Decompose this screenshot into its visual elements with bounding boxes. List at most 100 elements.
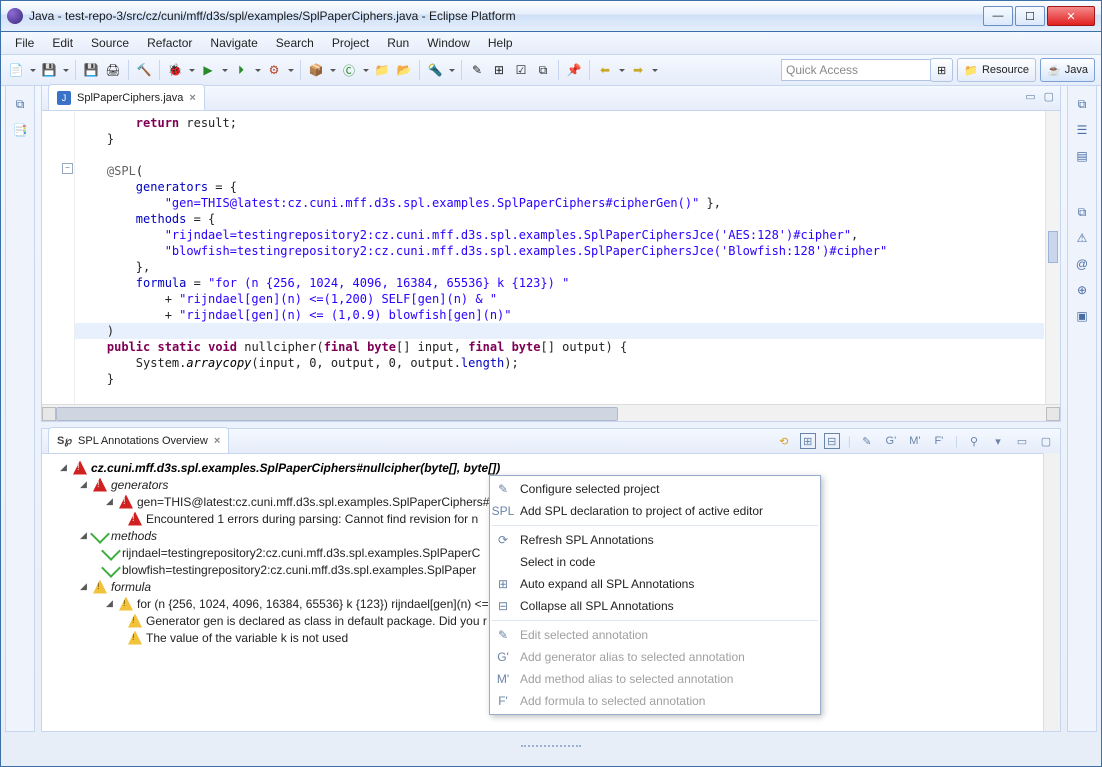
- maximize-button[interactable]: ☐: [1015, 6, 1045, 26]
- new-icon[interactable]: 📄: [7, 61, 25, 79]
- save-dropdown-icon[interactable]: [62, 61, 69, 79]
- menu-run[interactable]: Run: [379, 33, 417, 53]
- restore-right-icon[interactable]: ⧉: [1074, 96, 1090, 112]
- editor-body[interactable]: − return result; } @SPL( generators = { …: [42, 111, 1060, 421]
- filter-icon[interactable]: ⚲: [966, 433, 982, 449]
- menu-search[interactable]: Search: [268, 33, 322, 53]
- forward-icon[interactable]: ➡: [629, 61, 647, 79]
- perspective-resource[interactable]: 📁Resource: [957, 58, 1036, 82]
- f-alias-icon[interactable]: F': [931, 433, 947, 449]
- new-dropdown-icon[interactable]: [29, 61, 36, 79]
- pin-icon[interactable]: 📌: [565, 61, 583, 79]
- menu-refactor[interactable]: Refactor: [139, 33, 200, 53]
- ctx-item[interactable]: ⊟Collapse all SPL Annotations: [490, 595, 820, 617]
- debug-dd-icon[interactable]: [188, 61, 195, 79]
- ctx-item[interactable]: ⟳Refresh SPL Annotations: [490, 529, 820, 551]
- twisty-icon[interactable]: ◢: [78, 530, 89, 541]
- menu-project[interactable]: Project: [324, 33, 377, 53]
- open-type-icon[interactable]: 📂: [395, 61, 413, 79]
- ctx-item[interactable]: ⊞Auto expand all SPL Annotations: [490, 573, 820, 595]
- code-area[interactable]: return result; } @SPL( generators = { "g…: [78, 115, 1044, 405]
- spl-max-icon[interactable]: ▢: [1038, 433, 1054, 449]
- build-icon[interactable]: 🔨: [135, 61, 153, 79]
- task-list-icon[interactable]: ☰: [1074, 122, 1090, 138]
- editor-tab[interactable]: J SplPaperCiphers.java ×: [48, 84, 205, 110]
- twisty-icon[interactable]: ◢: [78, 479, 89, 490]
- twisty-icon[interactable]: ◢: [58, 462, 69, 473]
- menu-window[interactable]: Window: [419, 33, 478, 53]
- pkg-dd-icon[interactable]: [329, 61, 336, 79]
- hscroll-left-icon[interactable]: [42, 407, 56, 421]
- new-folder-icon[interactable]: 📁: [373, 61, 391, 79]
- debug-icon[interactable]: 🐞: [166, 61, 184, 79]
- editor-hscroll[interactable]: [42, 404, 1060, 421]
- ext-dd-icon[interactable]: [287, 61, 294, 79]
- problems-icon[interactable]: ⚠: [1074, 230, 1090, 246]
- runlast-dd-icon[interactable]: [254, 61, 261, 79]
- overview-thumb[interactable]: [1048, 231, 1058, 263]
- run-dd-icon[interactable]: [221, 61, 228, 79]
- overview-ruler[interactable]: [1045, 111, 1060, 405]
- runlast-icon[interactable]: ⏵: [232, 61, 250, 79]
- twisty-icon[interactable]: ◢: [104, 598, 115, 609]
- menu-file[interactable]: File: [7, 33, 42, 53]
- save-icon[interactable]: 💾: [40, 61, 58, 79]
- menu-source[interactable]: Source: [83, 33, 137, 53]
- menu-navigate[interactable]: Navigate: [202, 33, 265, 53]
- twisty-icon[interactable]: ◢: [78, 581, 89, 592]
- perspective-java[interactable]: ☕Java: [1040, 58, 1095, 82]
- annotation-icon[interactable]: ⊞: [490, 61, 508, 79]
- link-icon[interactable]: ⟲: [776, 433, 792, 449]
- fwd-dd-icon[interactable]: [651, 61, 658, 79]
- new-class-icon[interactable]: Ⓒ: [340, 61, 358, 79]
- spl-tab-close-icon[interactable]: ×: [214, 435, 220, 447]
- status-grip-icon[interactable]: [521, 745, 581, 753]
- search-dd-icon[interactable]: [448, 61, 455, 79]
- hscroll-right-icon[interactable]: [1046, 407, 1060, 421]
- menu-help[interactable]: Help: [480, 33, 521, 53]
- tree-root[interactable]: ◢ cz.cuni.mff.d3s.spl.examples.SplPaperC…: [48, 459, 1042, 476]
- task-icon[interactable]: ☑: [512, 61, 530, 79]
- view-menu-icon[interactable]: ▾: [990, 433, 1006, 449]
- restore-right2-icon[interactable]: ⧉: [1074, 204, 1090, 220]
- new-package-icon[interactable]: 📦: [307, 61, 325, 79]
- minimize-button[interactable]: —: [983, 6, 1013, 26]
- ctx-item[interactable]: SPLAdd SPL declaration to project of act…: [490, 500, 820, 522]
- expand-all-icon[interactable]: ⊞: [800, 433, 816, 449]
- open-perspective-button[interactable]: ⊞: [930, 58, 953, 82]
- spl-vscroll[interactable]: [1043, 453, 1060, 731]
- run-icon[interactable]: ▶: [199, 61, 217, 79]
- quick-access-input[interactable]: Quick Access: [781, 59, 931, 81]
- g-alias-icon[interactable]: G': [883, 433, 899, 449]
- restore-icon[interactable]: ⧉: [12, 96, 28, 112]
- saveall-icon[interactable]: 💾: [82, 61, 100, 79]
- ctx-item[interactable]: Select in code: [490, 551, 820, 573]
- back-dd-icon[interactable]: [618, 61, 625, 79]
- outline-icon[interactable]: ▤: [1074, 148, 1090, 164]
- minimize-view-icon[interactable]: ▭: [1025, 90, 1035, 103]
- declaration-icon[interactable]: ⊕: [1074, 282, 1090, 298]
- toggle-mark-icon[interactable]: ✎: [468, 61, 486, 79]
- spl-tab[interactable]: S℘ SPL Annotations Overview ×: [48, 427, 229, 453]
- collapse-all-icon[interactable]: ⊟: [824, 433, 840, 449]
- ctx-item[interactable]: ✎Configure selected project: [490, 478, 820, 500]
- print-icon[interactable]: 🖨: [104, 61, 122, 79]
- menu-edit[interactable]: Edit: [44, 33, 81, 53]
- tab-close-icon[interactable]: ×: [189, 92, 195, 104]
- twisty-icon[interactable]: ◢: [104, 496, 115, 507]
- spl-min-icon[interactable]: ▭: [1014, 433, 1030, 449]
- m-alias-icon[interactable]: M': [907, 433, 923, 449]
- cls-dd-icon[interactable]: [362, 61, 369, 79]
- ext-tools-icon[interactable]: ⚙: [265, 61, 283, 79]
- maximize-view-icon[interactable]: ▢: [1044, 90, 1054, 103]
- fold-toggle-icon[interactable]: −: [62, 163, 73, 174]
- edit-ann-icon[interactable]: ✎: [859, 433, 875, 449]
- search-icon[interactable]: 🔦: [426, 61, 444, 79]
- package-explorer-icon[interactable]: 📑: [12, 122, 28, 138]
- hscroll-thumb[interactable]: [56, 407, 618, 421]
- console-icon[interactable]: ▣: [1074, 308, 1090, 324]
- close-button[interactable]: ✕: [1047, 6, 1095, 26]
- bookmark-icon[interactable]: ⧉: [534, 61, 552, 79]
- javadoc-icon[interactable]: @: [1074, 256, 1090, 272]
- back-icon[interactable]: ⬅: [596, 61, 614, 79]
